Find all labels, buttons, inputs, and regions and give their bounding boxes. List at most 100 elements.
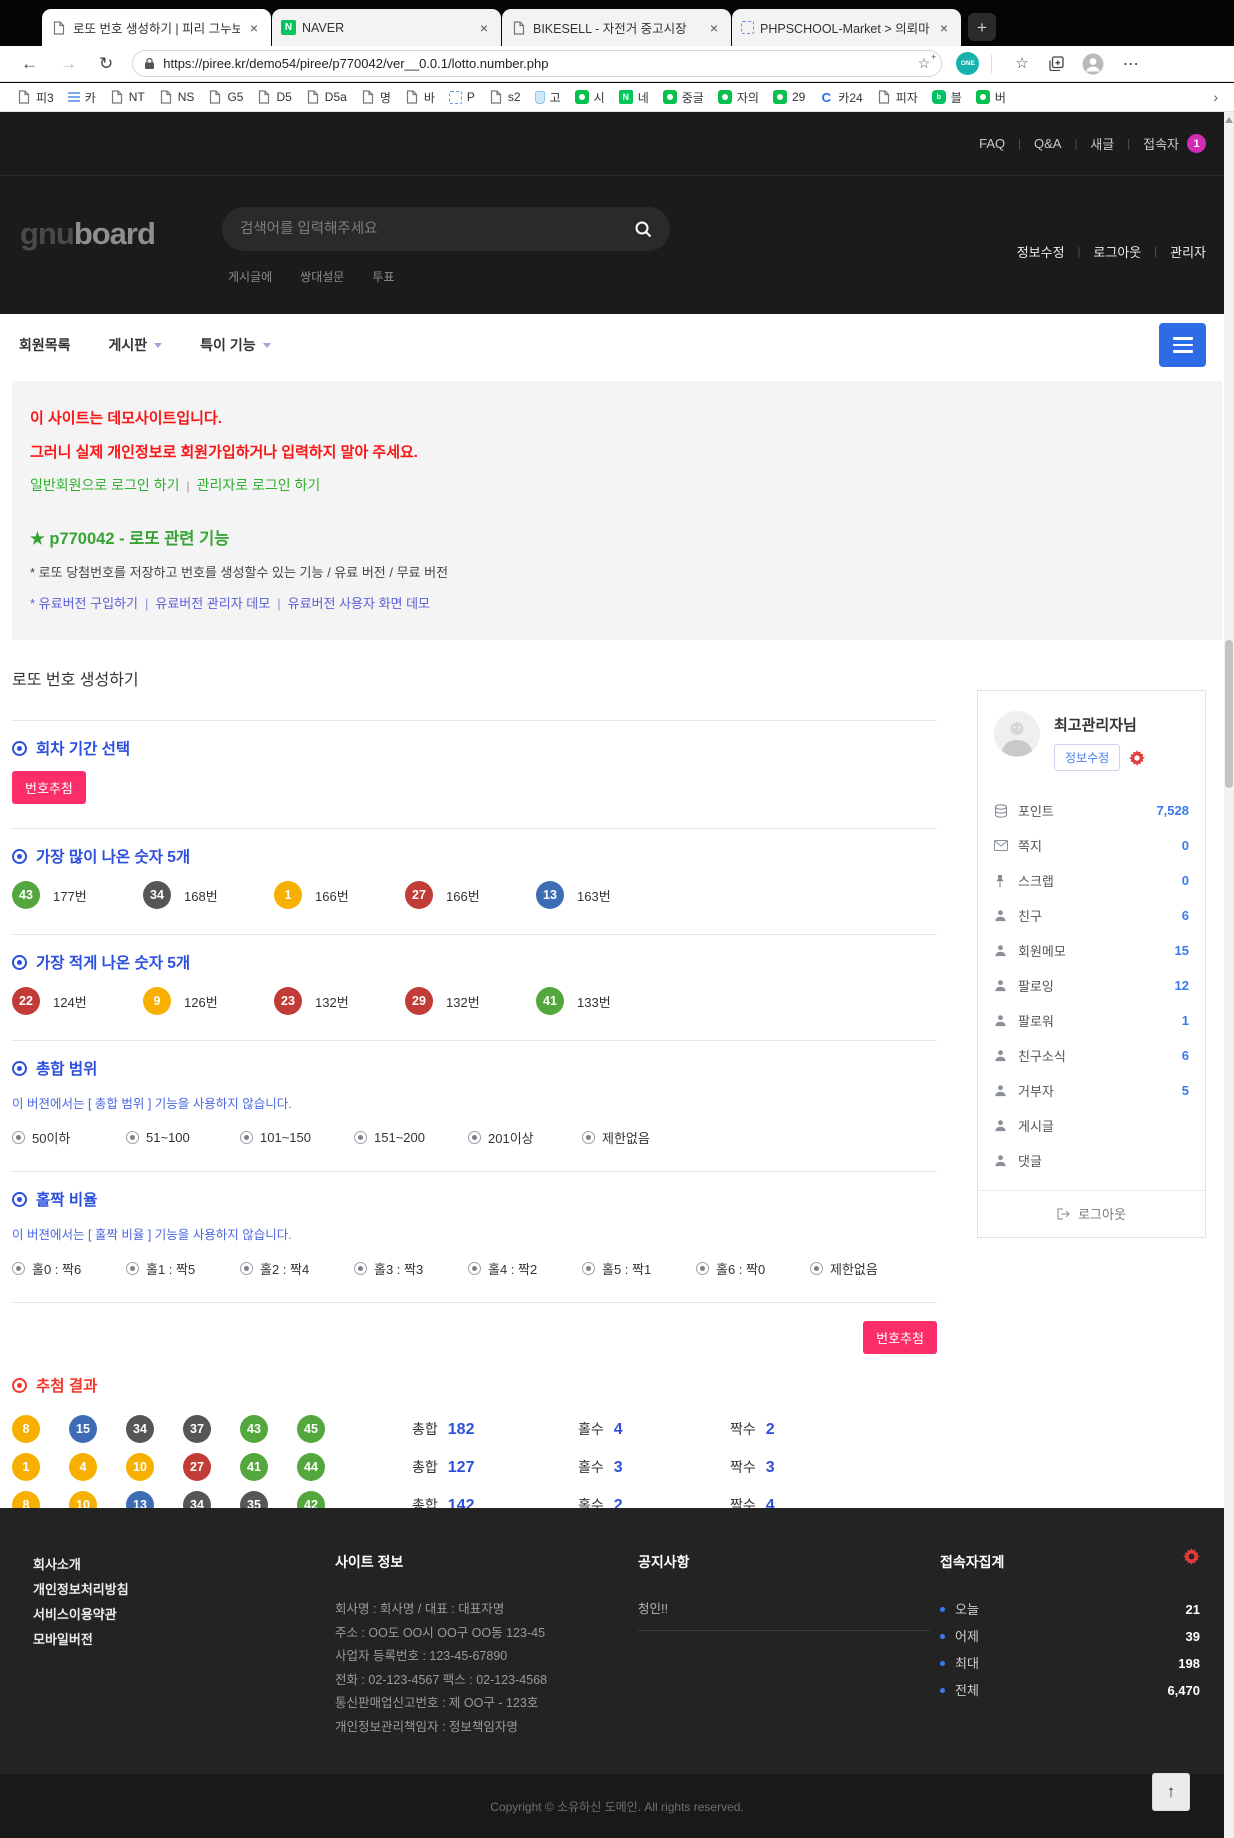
tab-close-icon[interactable]: × bbox=[246, 20, 262, 36]
utility-link[interactable]: FAQ bbox=[979, 136, 1005, 151]
radio-option[interactable]: 51~100 bbox=[126, 1128, 240, 1147]
member-stat-거부자[interactable]: 거부자5 bbox=[994, 1073, 1189, 1108]
bookmark-item[interactable]: P bbox=[442, 87, 482, 107]
bookmark-item[interactable]: 피자 bbox=[870, 86, 925, 109]
bookmark-item[interactable]: 29 bbox=[766, 87, 812, 107]
forward-icon[interactable]: → bbox=[60, 55, 77, 72]
bookmark-item[interactable]: D5 bbox=[250, 87, 298, 107]
member-stat-팔로잉[interactable]: 팔로잉12 bbox=[994, 968, 1189, 1003]
search-icon[interactable] bbox=[634, 220, 652, 238]
demo-login-link[interactable]: 일반회원으로 로그인 하기 bbox=[30, 477, 179, 493]
member-stat-쪽지[interactable]: 쪽지0 bbox=[994, 828, 1189, 863]
bookmark-item[interactable]: NS bbox=[152, 87, 202, 107]
radio-option[interactable]: 201이상 bbox=[468, 1128, 582, 1147]
draw-number-button[interactable]: 번호추첨 bbox=[12, 771, 86, 804]
back-icon[interactable]: ← bbox=[21, 55, 38, 72]
utility-link[interactable]: 접속자 bbox=[1143, 134, 1179, 153]
tab-close-icon[interactable]: × bbox=[476, 20, 492, 36]
edit-profile-button[interactable]: 정보수정 bbox=[1054, 744, 1120, 771]
refresh-icon[interactable]: ↻ bbox=[99, 55, 113, 72]
utility-link[interactable]: 새글 bbox=[1090, 134, 1114, 153]
gear-icon[interactable] bbox=[1129, 750, 1145, 766]
scrollbar-thumb[interactable] bbox=[1225, 640, 1233, 788]
bookmark-item[interactable]: 명 bbox=[354, 86, 398, 109]
bookmark-item[interactable]: 고 bbox=[528, 86, 568, 109]
popular-keyword[interactable]: 게시글에 bbox=[228, 268, 272, 285]
hamburger-menu-button[interactable] bbox=[1159, 323, 1206, 367]
member-stat-포인트[interactable]: 포인트7,528 bbox=[994, 793, 1189, 828]
member-stat-회원메모[interactable]: 회원메모15 bbox=[994, 933, 1189, 968]
footer-link[interactable]: 회사소개 bbox=[33, 1552, 129, 1577]
bookmark-item[interactable]: b블 bbox=[925, 86, 969, 109]
tab-close-icon[interactable]: × bbox=[936, 20, 952, 36]
demo-login-link[interactable]: 관리자로 로그인 하기 bbox=[197, 477, 321, 493]
popular-keyword[interactable]: 쌍대설문 bbox=[300, 268, 344, 285]
browser-tab[interactable]: BIKESELL - 자전거 중고시장× bbox=[502, 9, 731, 46]
one-extension-icon[interactable]: ONE bbox=[956, 52, 979, 75]
bookmark-item[interactable]: NT bbox=[103, 87, 152, 107]
radio-option[interactable]: 101~150 bbox=[240, 1128, 354, 1147]
member-stat-팔로워[interactable]: 팔로워1 bbox=[994, 1003, 1189, 1038]
footer-link[interactable]: 서비스이용약관 bbox=[33, 1602, 129, 1627]
new-tab-button[interactable]: + bbox=[968, 13, 996, 41]
nav-item-특이 기능[interactable]: 특이 기능 bbox=[200, 335, 270, 355]
bookmark-item[interactable]: 중글 bbox=[656, 86, 711, 109]
profile-avatar-icon[interactable] bbox=[1082, 53, 1104, 75]
bookmark-item[interactable]: C카24 bbox=[812, 86, 869, 109]
radio-option[interactable]: 홀4 : 짝2 bbox=[468, 1259, 582, 1278]
gnuboard-logo[interactable]: gnuboard bbox=[20, 216, 155, 252]
bookmark-item[interactable]: N네 bbox=[612, 86, 656, 109]
favorites-icon[interactable]: ☆ bbox=[1015, 56, 1028, 71]
tab-close-icon[interactable]: × bbox=[706, 20, 722, 36]
collections-icon[interactable] bbox=[1049, 56, 1064, 71]
popular-keyword[interactable]: 투표 bbox=[372, 268, 394, 285]
address-bar[interactable]: https://piree.kr/demo54/piree/p770042/ve… bbox=[132, 50, 942, 77]
nav-item-회원목록[interactable]: 회원목록 bbox=[19, 335, 71, 355]
browser-tab[interactable]: PHPSCHOOL-Market > 의뢰마당× bbox=[732, 9, 961, 46]
bookmark-item[interactable]: 카 bbox=[61, 86, 103, 109]
browser-menu-icon[interactable]: ⋯ bbox=[1123, 54, 1140, 74]
radio-option[interactable]: 홀2 : 짝4 bbox=[240, 1259, 354, 1278]
logout-button[interactable]: 로그아웃 bbox=[978, 1190, 1205, 1237]
utility-link[interactable]: Q&A bbox=[1034, 136, 1061, 151]
bookmark-star-icon[interactable]: ☆+ bbox=[918, 55, 931, 72]
radio-option[interactable]: 50이하 bbox=[12, 1128, 126, 1147]
user-link[interactable]: 관리자 bbox=[1170, 242, 1206, 261]
scroll-to-top-button[interactable]: ↑ bbox=[1152, 1773, 1190, 1811]
bookmark-item[interactable]: s2 bbox=[482, 87, 528, 107]
footer-link[interactable]: 모바일버전 bbox=[33, 1627, 129, 1652]
bookmark-item[interactable]: 시 bbox=[568, 86, 612, 109]
feature-link[interactable]: 유료버전 사용자 화면 데모 bbox=[288, 596, 430, 611]
radio-option[interactable]: 홀3 : 짝3 bbox=[354, 1259, 468, 1278]
feature-link[interactable]: 유료버전 관리자 데모 bbox=[155, 596, 270, 611]
bookmark-item[interactable]: 자의 bbox=[711, 86, 766, 109]
bookmark-item[interactable]: 바 bbox=[398, 86, 442, 109]
bookmarks-overflow-icon[interactable]: › bbox=[1207, 89, 1224, 105]
scrollbar-up-icon[interactable] bbox=[1225, 117, 1233, 123]
footer-link[interactable]: 개인정보처리방침 bbox=[33, 1577, 129, 1602]
user-link[interactable]: 로그아웃 bbox=[1093, 242, 1141, 261]
feature-link[interactable]: 유료버전 구입하기 bbox=[39, 596, 138, 611]
nav-item-게시판[interactable]: 게시판 bbox=[109, 335, 163, 355]
bookmark-item[interactable]: 피3 bbox=[10, 86, 61, 109]
browser-tab[interactable]: NNAVER× bbox=[272, 9, 501, 46]
search-input[interactable] bbox=[240, 221, 634, 237]
member-stat-게시글[interactable]: 게시글 bbox=[994, 1108, 1189, 1143]
member-stat-친구[interactable]: 친구6 bbox=[994, 898, 1189, 933]
draw-number-button[interactable]: 번호추첨 bbox=[863, 1321, 937, 1354]
search-box[interactable] bbox=[222, 207, 670, 251]
radio-option[interactable]: 홀0 : 짝6 bbox=[12, 1259, 126, 1278]
radio-option[interactable]: 제한없음 bbox=[810, 1259, 924, 1278]
notice-item[interactable]: 청인!! bbox=[638, 1598, 930, 1617]
radio-option[interactable]: 홀6 : 짝0 bbox=[696, 1259, 810, 1278]
radio-option[interactable]: 151~200 bbox=[354, 1128, 468, 1147]
gear-icon[interactable] bbox=[1183, 1548, 1200, 1565]
member-stat-댓글[interactable]: 댓글 bbox=[994, 1143, 1189, 1178]
radio-option[interactable]: 홀1 : 짝5 bbox=[126, 1259, 240, 1278]
radio-option[interactable]: 홀5 : 짝1 bbox=[582, 1259, 696, 1278]
member-stat-스크랩[interactable]: 스크랩0 bbox=[994, 863, 1189, 898]
bookmark-item[interactable]: D5a bbox=[299, 87, 354, 107]
user-link[interactable]: 정보수정 bbox=[1017, 242, 1065, 261]
page-scrollbar[interactable] bbox=[1224, 112, 1234, 1838]
browser-tab[interactable]: 로또 번호 생성하기 | 피리 그누보× bbox=[42, 9, 271, 46]
